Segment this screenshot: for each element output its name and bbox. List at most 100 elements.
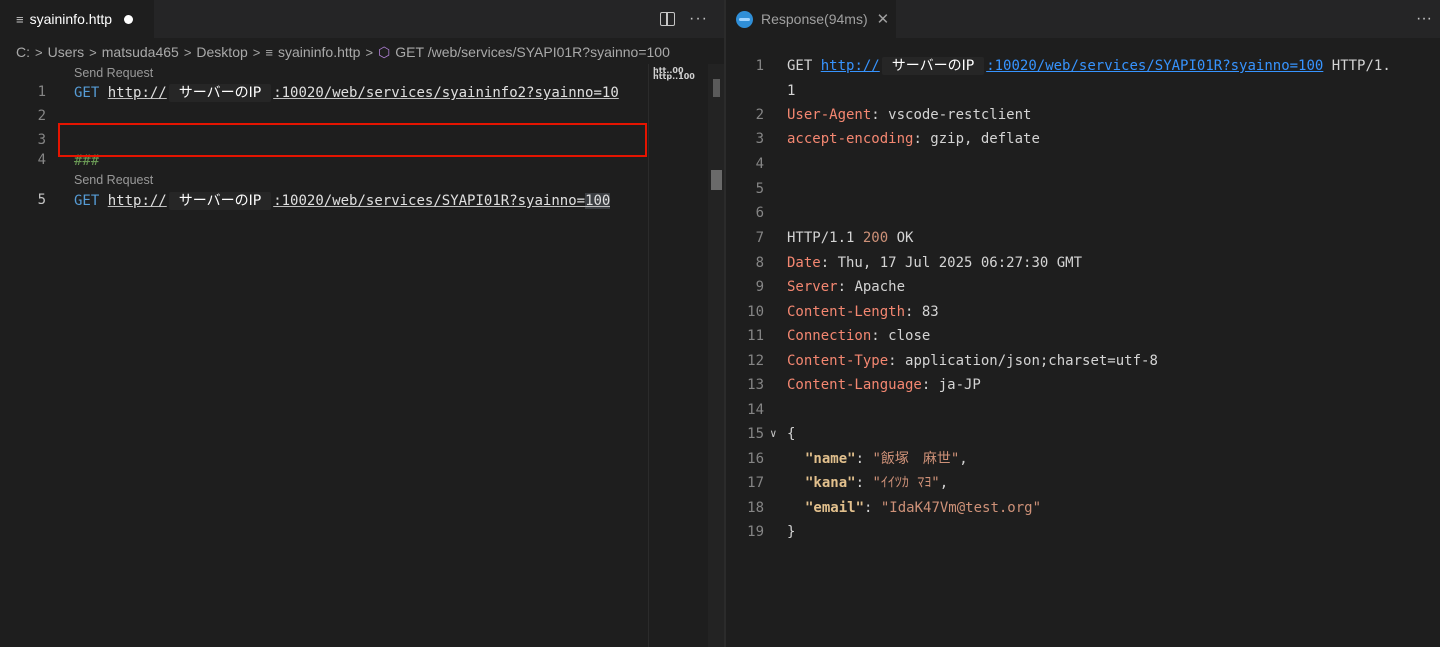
line-number: 4 bbox=[755, 156, 764, 172]
header-value: 83 bbox=[921, 304, 939, 320]
server-ip-mask: サーバーのIP bbox=[881, 57, 985, 75]
server-ip-mask: サーバーのIP bbox=[168, 84, 272, 102]
more-actions-icon[interactable]: ··· bbox=[689, 11, 708, 27]
tab-response[interactable]: Response(94ms) ✕ bbox=[726, 0, 896, 38]
unsaved-dot-icon[interactable] bbox=[124, 14, 134, 24]
header-content-type: Content-Type: application/json;charset=u… bbox=[787, 353, 1158, 369]
header-value: vscode-restclient bbox=[888, 107, 1032, 123]
header-key: Content-Type bbox=[787, 353, 889, 369]
line-number: 11 bbox=[747, 328, 764, 344]
line-number: 1 bbox=[37, 84, 46, 100]
vscode-window: ≡ syaininfo.http ··· C: > Users > matsud… bbox=[0, 0, 1440, 647]
chevron-right-icon: > bbox=[365, 44, 374, 60]
minimap-preview: htt..00 http..100 bbox=[653, 66, 695, 81]
wrapped-line: 1 bbox=[787, 83, 796, 99]
line-number: 6 bbox=[755, 205, 764, 221]
json-comma: , bbox=[939, 475, 949, 491]
line-number: 1 bbox=[755, 58, 764, 74]
chevron-right-icon: > bbox=[89, 44, 97, 60]
minimap[interactable]: htt..00 http..100 bbox=[648, 64, 708, 647]
selected-param-value[interactable]: 100 bbox=[585, 193, 611, 209]
header-key: Date bbox=[787, 255, 821, 271]
header-value: close bbox=[888, 328, 931, 344]
header-accept-encoding: accept-encoding: gzip, deflate bbox=[787, 131, 1040, 147]
breadcrumb-drive[interactable]: C: bbox=[16, 44, 30, 60]
tab-syaininfo-http[interactable]: ≡ syaininfo.http bbox=[0, 0, 154, 38]
line-number: 5 bbox=[755, 181, 764, 197]
breadcrumb-file[interactable]: syaininfo.http bbox=[278, 44, 361, 60]
split-editor-icon[interactable] bbox=[660, 12, 676, 26]
header-user-agent: User-Agent: vscode-restclient bbox=[787, 107, 1032, 123]
lines-file-icon: ≡ bbox=[265, 44, 273, 60]
breadcrumb-symbol[interactable]: GET /web/services/SYAPI01R?syainno=100 bbox=[395, 44, 670, 60]
header-value: Apache bbox=[854, 279, 906, 295]
json-key: "kana" bbox=[805, 475, 856, 491]
request-url-rest[interactable]: :10020/web/services/SYAPI01R?syainno=100 bbox=[986, 58, 1323, 74]
line-number: 3 bbox=[37, 132, 46, 148]
globe-icon bbox=[736, 10, 753, 28]
line-number: 17 bbox=[747, 475, 764, 491]
json-field-kana: "kana": "ｲｲﾂｶ ﾏﾖ", bbox=[805, 475, 949, 491]
header-value: Thu, 17 Jul 2025 06:27:30 GMT bbox=[837, 255, 1083, 271]
request-line: GET http://サーバーのIP:10020/web/services/SY… bbox=[787, 56, 1391, 76]
close-icon[interactable]: ✕ bbox=[877, 10, 890, 28]
editor-actions: ··· bbox=[660, 0, 708, 38]
line-number: 18 bbox=[747, 500, 764, 516]
header-key: Content-Length bbox=[787, 304, 906, 320]
status-text: OK bbox=[896, 230, 914, 246]
url-scheme[interactable]: http:// bbox=[108, 193, 167, 209]
json-open-brace: { bbox=[787, 426, 796, 442]
json-key: "email" bbox=[805, 500, 865, 516]
response-tabbar: Response(94ms) ✕ ··· bbox=[726, 0, 1440, 38]
json-value: "飯塚 麻世" bbox=[872, 451, 960, 467]
status-line: HTTP/1.1 200 OK bbox=[787, 228, 913, 248]
line-number: 5 bbox=[37, 192, 46, 208]
status-protocol: HTTP/1.1 bbox=[787, 230, 855, 246]
server-ip-mask: サーバーのIP bbox=[168, 192, 272, 210]
chevron-right-icon: > bbox=[35, 44, 43, 60]
line-number: 14 bbox=[747, 402, 764, 418]
tab-label: Response(94ms) bbox=[761, 11, 868, 27]
code-line-1[interactable]: GET http://サーバーのIP:10020/web/services/sy… bbox=[74, 83, 619, 103]
header-key: Connection bbox=[787, 328, 872, 344]
url-rest[interactable]: :10020/web/services/syaininfo2?syainno=1… bbox=[273, 85, 619, 101]
header-server: Server: Apache bbox=[787, 279, 906, 295]
line-number: 8 bbox=[755, 255, 764, 271]
line-number: 15 bbox=[747, 426, 764, 442]
header-content-language: Content-Language: ja-JP bbox=[787, 377, 981, 393]
vertical-scrollbar[interactable] bbox=[708, 64, 724, 647]
url-scheme[interactable]: http:// bbox=[108, 85, 167, 101]
url-rest[interactable]: :10020/web/services/SYAPI01R?syainno= bbox=[273, 193, 585, 209]
scrollbar-cursor-marker bbox=[711, 170, 722, 190]
line-number: 7 bbox=[755, 230, 764, 246]
json-field-name: "name": "飯塚 麻世", bbox=[805, 451, 968, 467]
chevron-right-icon: > bbox=[252, 44, 261, 60]
line-number: 13 bbox=[747, 377, 764, 393]
line-number: 2 bbox=[37, 108, 46, 124]
line-number: 3 bbox=[755, 131, 764, 147]
breadcrumb-users[interactable]: Users bbox=[48, 44, 85, 60]
lines-file-icon: ≡ bbox=[16, 11, 24, 27]
breadcrumb: C: > Users > matsuda465 > Desktop > ≡ sy… bbox=[16, 42, 670, 62]
highlight-annotation-box bbox=[58, 123, 647, 157]
response-pane: Response(94ms) ✕ ··· 1 GET http://サーバーのI… bbox=[726, 0, 1440, 647]
header-value: ja-JP bbox=[938, 377, 981, 393]
breadcrumb-user[interactable]: matsuda465 bbox=[102, 44, 179, 60]
send-request-codelens[interactable]: Send Request bbox=[74, 173, 153, 187]
line-number: 4 bbox=[37, 152, 46, 168]
json-close-brace: } bbox=[787, 524, 796, 540]
request-url-scheme[interactable]: http:// bbox=[821, 58, 880, 74]
json-value: "IdaK47Vm@test.org" bbox=[880, 500, 1042, 516]
header-value: application/json;charset=utf-8 bbox=[905, 353, 1158, 369]
response-viewer[interactable]: 1 GET http://サーバーのIP:10020/web/services/… bbox=[726, 42, 1440, 647]
send-request-codelens[interactable]: Send Request bbox=[74, 66, 153, 80]
scrollbar-thumb[interactable] bbox=[713, 79, 720, 97]
more-actions-icon[interactable]: ··· bbox=[1416, 10, 1432, 28]
breadcrumb-desktop[interactable]: Desktop bbox=[196, 44, 247, 60]
chevron-down-icon[interactable]: ∨ bbox=[770, 424, 777, 444]
http-method: GET bbox=[787, 58, 813, 74]
line-number: 12 bbox=[747, 353, 764, 369]
line-number: 16 bbox=[747, 451, 764, 467]
line-number: 2 bbox=[755, 107, 764, 123]
code-line-5[interactable]: GET http://サーバーのIP:10020/web/services/SY… bbox=[74, 191, 611, 211]
